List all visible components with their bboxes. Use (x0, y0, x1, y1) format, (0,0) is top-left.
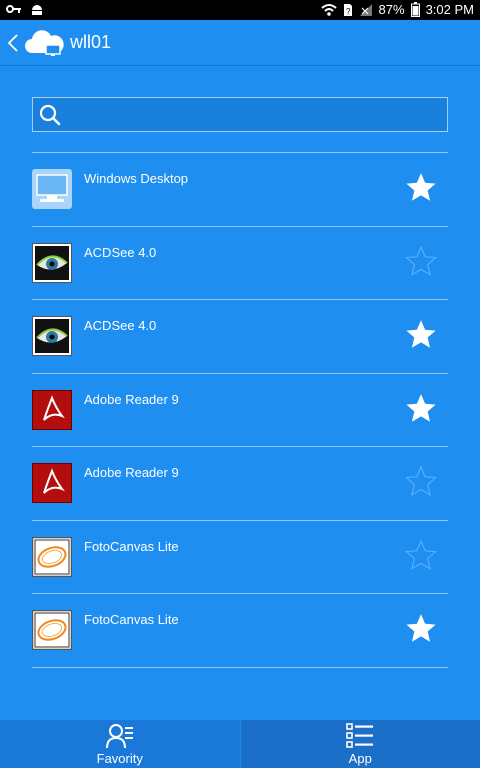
search-box[interactable] (32, 97, 448, 132)
acdsee-eye-icon (32, 316, 72, 356)
battery-icon (410, 2, 420, 17)
list-item[interactable]: FotoCanvas Lite (31, 594, 448, 668)
list-item[interactable]: ACDSee 4.0 (32, 227, 448, 300)
status-bar: ? 87% 3:02 PM (0, 0, 480, 20)
sim-icon: ? (343, 3, 352, 16)
app-name: FotoCanvas Lite (84, 612, 179, 627)
list-icon (346, 722, 374, 748)
list-item[interactable]: FotoCanvas Lite (31, 521, 448, 594)
star-filled-icon[interactable] (404, 171, 438, 205)
key-icon (6, 5, 21, 13)
clock: 3:02 PM (425, 2, 474, 17)
monitor-icon (32, 169, 72, 209)
app-logo (24, 20, 64, 66)
app-name: FotoCanvas Lite (84, 538, 179, 554)
wifi-icon (320, 3, 337, 16)
app-bar: wll01 (0, 20, 480, 66)
app-name: Adobe Reader 9 (84, 391, 179, 407)
star-outline-icon[interactable] (404, 245, 438, 279)
star-filled-icon[interactable] (404, 392, 438, 426)
android-icon (32, 5, 42, 15)
tab-apps-label: App (348, 750, 372, 766)
battery-percentage: 87% (378, 2, 405, 17)
tab-apps[interactable]: App (239, 720, 480, 768)
app-name: Adobe Reader 9 (84, 465, 179, 480)
tab-favorites-label: Favority (96, 750, 143, 766)
bottom-nav: Favority App (0, 720, 480, 768)
star-filled-icon[interactable] (404, 318, 438, 352)
app-name: Windows Desktop (84, 171, 189, 186)
list-item[interactable]: Windows Desktop (32, 153, 448, 227)
list-item[interactable]: Adobe Reader 9 (31, 374, 448, 447)
star-outline-icon[interactable] (404, 539, 438, 573)
person-list-icon (105, 723, 133, 748)
signal-icon (359, 3, 372, 16)
star-filled-icon[interactable] (404, 612, 438, 646)
app-name: ACDSee 4.0 (84, 318, 157, 333)
adobe-reader-icon (31, 388, 73, 431)
adobe-reader-icon (31, 462, 73, 504)
acdsee-eye-icon (32, 242, 72, 283)
search-icon (33, 104, 67, 126)
search-input[interactable] (67, 98, 447, 131)
chevron-left-icon (7, 33, 18, 52)
back-button[interactable] (2, 20, 24, 66)
page-title: wll01 (70, 32, 112, 52)
svg-text:?: ? (346, 7, 351, 16)
tab-favorites[interactable]: Favority (0, 720, 240, 768)
star-outline-icon[interactable] (404, 465, 438, 499)
list-item[interactable]: Adobe Reader 9 (31, 447, 448, 521)
fotocanvas-icon (31, 609, 73, 651)
app-list: Windows Desktop ACDSee 4.0 ACDSee 4.0 Ad… (31, 152, 448, 668)
list-item[interactable]: ACDSee 4.0 (32, 300, 448, 374)
cloud-icon (25, 29, 64, 56)
app-name: ACDSee 4.0 (84, 244, 157, 260)
fotocanvas-icon (31, 536, 73, 577)
